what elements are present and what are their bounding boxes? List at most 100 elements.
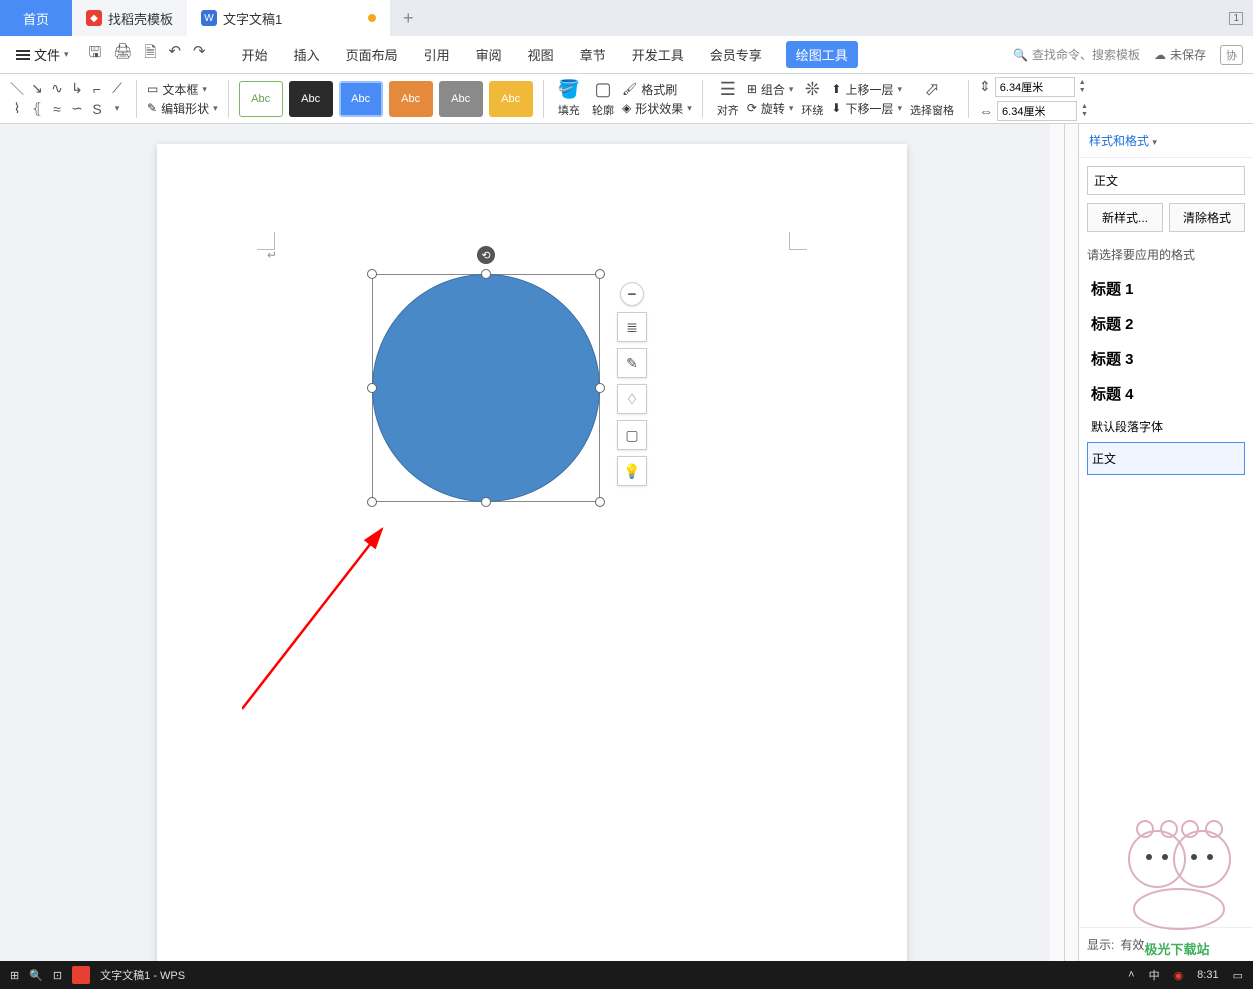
task-view-icon[interactable]: ⊡: [53, 969, 62, 982]
menu-dev[interactable]: 开发工具: [630, 41, 686, 68]
spinner-up[interactable]: ▲: [1081, 103, 1088, 111]
scribble-icon[interactable]: S: [88, 100, 106, 118]
chevron-down-icon[interactable]: ▾: [108, 100, 126, 118]
layout-options-button[interactable]: ≣: [617, 312, 647, 342]
clock[interactable]: 8:31: [1197, 969, 1218, 981]
menu-drawing-tools[interactable]: 绘图工具: [786, 41, 858, 68]
circle-shape[interactable]: [372, 274, 600, 502]
menu-insert[interactable]: 插入: [292, 41, 322, 68]
align-button[interactable]: ☰ 对齐: [713, 79, 743, 118]
menu-view[interactable]: 视图: [526, 41, 556, 68]
menu-review[interactable]: 审阅: [474, 41, 504, 68]
menu-refs[interactable]: 引用: [422, 41, 452, 68]
style-swatch-outline[interactable]: Abc: [239, 81, 283, 117]
ime-icon[interactable]: 中: [1149, 967, 1160, 983]
clear-format-button[interactable]: 清除格式: [1169, 203, 1245, 232]
document-page[interactable]: ↵ ⟲ − ≣ ✎ ♢ ▢ 💡: [157, 144, 907, 961]
elbow-icon[interactable]: ⌐: [88, 80, 106, 98]
vertical-scrollbar[interactable]: [1050, 124, 1064, 961]
style-heading2[interactable]: 标题 2: [1087, 306, 1245, 341]
shape-effects-button[interactable]: ◈ 形状效果 ▾: [622, 100, 692, 117]
connector-icon[interactable]: ↳: [68, 80, 86, 98]
brace-icon[interactable]: ⦃: [28, 100, 46, 118]
outline-button[interactable]: ▢ 轮廓: [588, 79, 618, 118]
format-painter-button[interactable]: 🖌 格式刷: [622, 81, 692, 98]
send-backward-button[interactable]: ⬇ 下移一层 ▾: [831, 100, 902, 117]
panel-collapse-handle[interactable]: [1064, 124, 1078, 961]
lightbulb-button[interactable]: 💡: [617, 456, 647, 486]
style-swatch-black[interactable]: Abc: [289, 81, 333, 117]
curve-icon[interactable]: ∿: [48, 80, 66, 98]
tab-docker-templates[interactable]: ◆ 找稻壳模板: [72, 0, 187, 36]
style-heading3[interactable]: 标题 3: [1087, 341, 1245, 376]
selected-shape[interactable]: ⟲: [372, 274, 600, 502]
notif-icon[interactable]: ▭: [1233, 969, 1243, 982]
line-icon[interactable]: ＼: [8, 80, 26, 98]
rotate-button[interactable]: ⟳ 旋转 ▾: [747, 100, 794, 117]
wps-taskbar-icon[interactable]: [72, 966, 90, 984]
style-swatch-orange[interactable]: Abc: [389, 81, 433, 117]
save-icon[interactable]: 🖫: [89, 42, 102, 67]
resize-handle-tm[interactable]: [481, 269, 491, 279]
taskbar-title[interactable]: 文字文稿1 - WPS: [100, 967, 185, 983]
window-count-badge[interactable]: 1: [1229, 12, 1243, 25]
style-swatch-gray[interactable]: Abc: [439, 81, 483, 117]
spinner-down[interactable]: ▼: [1081, 111, 1088, 119]
textbox-button[interactable]: ▭ 文本框 ▾: [147, 81, 218, 98]
spinner-up[interactable]: ▲: [1079, 79, 1086, 87]
arrow-icon[interactable]: ↘: [28, 80, 46, 98]
fill-button[interactable]: 🪣 填充: [554, 79, 584, 118]
resize-handle-tr[interactable]: [595, 269, 605, 279]
outline-shape-button[interactable]: ▢: [617, 420, 647, 450]
search-tb-icon[interactable]: 🔍: [29, 969, 43, 982]
tab-home[interactable]: 首页: [0, 0, 72, 36]
group-button[interactable]: ⊞ 组合 ▾: [747, 81, 794, 98]
resize-handle-tl[interactable]: [367, 269, 377, 279]
style-heading1[interactable]: 标题 1: [1087, 271, 1245, 306]
collab-icon[interactable]: 协: [1220, 45, 1243, 65]
start-icon[interactable]: ⊞: [10, 969, 19, 982]
resize-handle-bl[interactable]: [367, 497, 377, 507]
width-input[interactable]: [997, 101, 1077, 121]
selection-pane-button[interactable]: ⬀ 选择窗格: [906, 79, 958, 118]
menu-chapter[interactable]: 章节: [578, 41, 608, 68]
menu-layout[interactable]: 页面布局: [344, 41, 400, 68]
style-swatch-blue[interactable]: Abc: [339, 81, 383, 117]
wrap-button[interactable]: ❊ 环绕: [797, 79, 827, 118]
show-value[interactable]: 有效: [1120, 936, 1144, 953]
freeform-icon[interactable]: ⟋: [108, 80, 126, 98]
resize-handle-ml[interactable]: [367, 383, 377, 393]
resize-handle-bm[interactable]: [481, 497, 491, 507]
fill-shape-button[interactable]: ♢: [617, 384, 647, 414]
new-style-button[interactable]: 新样式...: [1087, 203, 1163, 232]
wave-icon[interactable]: ∽: [68, 100, 86, 118]
eyedropper-button[interactable]: ✎: [617, 348, 647, 378]
style-swatch-yellow[interactable]: Abc: [489, 81, 533, 117]
tab-document[interactable]: W 文字文稿1: [187, 0, 390, 36]
resize-handle-br[interactable]: [595, 497, 605, 507]
panel-title[interactable]: 样式和格式 ▾: [1079, 124, 1253, 158]
tab-add-button[interactable]: +: [390, 0, 426, 36]
resize-handle-mr[interactable]: [595, 383, 605, 393]
zigzag-icon[interactable]: ≈: [48, 100, 66, 118]
tray-app-icon[interactable]: ◉: [1174, 969, 1184, 982]
style-body[interactable]: 正文: [1087, 442, 1245, 475]
print-icon[interactable]: 🖨: [113, 42, 132, 67]
bring-forward-button[interactable]: ⬆ 上移一层 ▾: [831, 81, 902, 98]
style-heading4[interactable]: 标题 4: [1087, 376, 1245, 411]
height-input[interactable]: [995, 77, 1075, 97]
print-preview-icon[interactable]: 🗎: [144, 42, 156, 67]
spinner-down[interactable]: ▼: [1079, 87, 1086, 95]
save-status[interactable]: ☁ 未保存: [1154, 46, 1206, 63]
menu-start[interactable]: 开始: [240, 41, 270, 68]
canvas-area[interactable]: ↵ ⟲ − ≣ ✎ ♢ ▢ 💡: [0, 124, 1064, 961]
file-menu-button[interactable]: 文件 ▾: [10, 43, 75, 66]
edit-shape-button[interactable]: ✎ 编辑形状 ▾: [147, 100, 218, 117]
command-search[interactable]: 🔍 查找命令、搜索模板: [1013, 46, 1140, 63]
style-default-font[interactable]: 默认段落字体: [1087, 411, 1245, 442]
collapse-button[interactable]: −: [620, 282, 644, 306]
tray-chevron-icon[interactable]: ˄: [1128, 969, 1134, 981]
shape-gallery[interactable]: ＼ ↘ ∿ ↳ ⌐ ⟋ ⌇ ⦃ ≈ ∽ S ▾: [8, 80, 126, 118]
bracket-icon[interactable]: ⌇: [8, 100, 26, 118]
rotate-handle[interactable]: ⟲: [477, 246, 495, 264]
